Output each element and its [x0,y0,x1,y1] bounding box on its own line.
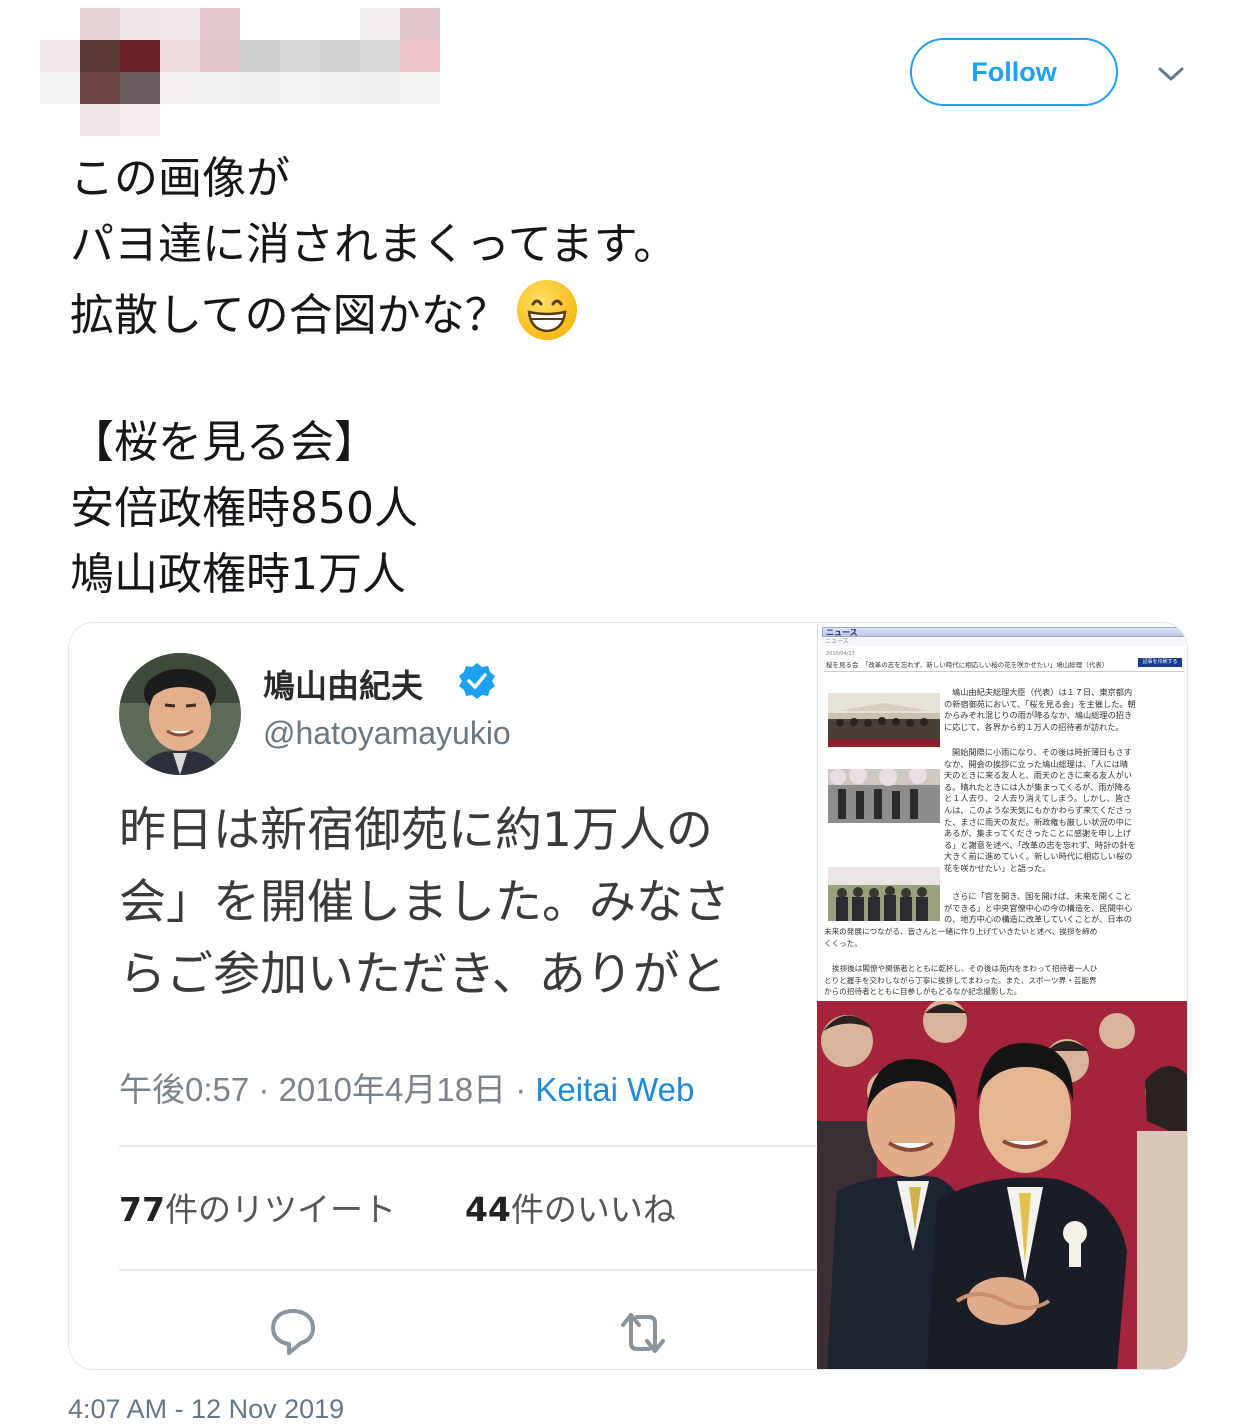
news-title: 桜を見る会 「改革の志を忘れず、新しい時代に相応しい桜の花を咲かせたい」鳩山総理… [826,661,1109,669]
card-time: 午後0:57 [119,1071,250,1108]
like-label: 件のいいね [510,1190,676,1229]
card-meta: 午後0:57 · 2010年4月18日 · Keitai Web [119,1063,694,1111]
news-header: ニュース [822,627,1186,637]
chevron-down-icon[interactable] [1156,64,1186,84]
meta-separator: · [515,1071,536,1108]
card-handle: @hatoyamayukio [263,715,511,751]
divider [824,671,1184,672]
card-date: 2010年4月18日 [278,1071,507,1108]
mosaic-cell [280,40,320,72]
mosaic-cell [200,40,240,72]
verified-badge-icon [459,663,495,699]
tweet-line: この画像が [70,153,290,204]
divider [119,1269,817,1271]
tweet-line: 鳩山政権時1万人 [70,549,406,600]
mosaic-cell [160,40,200,72]
mosaic-cell [360,8,400,40]
card-body-line: 昨日は新宿御苑に約1万人の [119,803,713,858]
card-display-name: 鳩山由紀夫 [263,667,424,705]
mosaic-cell [400,72,440,104]
news-paragraph: 未来の発展につながる、皆さんと一緒に作り上げていきたいと述べ、挨拶を締め くくっ… [824,927,1098,948]
divider [119,1145,817,1147]
mosaic-cell [120,72,160,104]
like-count: 44 [464,1190,511,1229]
mosaic-cell [120,104,160,136]
news-photo [828,867,940,921]
news-paragraph: 挨拶後は閣僚や関係者とともに乾杯し、その後は苑内をまわって招待者一人ひ とりと握… [824,964,1098,997]
mosaic-cell [280,72,320,104]
meta-separator: · [258,1071,279,1108]
mosaic-cell [320,40,360,72]
card-source-link: Keitai Web [535,1071,695,1108]
grinning-face-emoji [516,280,577,340]
mosaic-cell [400,40,440,72]
card-body-text: 昨日は新宿御苑に約1万人の 会」を開催しました。みなさ らご参加いただき、ありが… [119,795,817,1011]
news-paragraph: 鳩山由紀夫総理大臣（代表）は１７日、東京都内 の新宿御苑において、「桜を見る会」… [944,687,1136,732]
mosaic-cell [80,8,120,40]
tweet-line: 【桜を見る会】 [70,417,378,468]
embedded-tweet-screenshot[interactable]: 鳩山由紀夫 @hatoyamayukio 昨日は新宿御苑に約1万人の 会」を開催… [69,623,817,1369]
mosaic-cell [400,8,440,40]
news-article-screenshot[interactable]: ニュース ニュース 2010/04/17 桜を見る会 「改革の志を忘れず、新しい… [817,623,1187,1001]
card-body-line: 会」を開催しました。みなさ [119,875,730,930]
tweet-line: パヨ達に消されまくってます。 [70,219,678,270]
redacted-user-avatar[interactable] [40,8,480,136]
mosaic-cell [360,40,400,72]
retweet-icon [621,1313,665,1353]
mosaic-cell [120,8,160,40]
mosaic-cell [80,72,120,104]
mosaic-cell [80,104,120,136]
mosaic-cell [120,40,160,72]
mosaic-cell [360,72,400,104]
print-button: 記事を印刷する [1138,658,1182,667]
news-paragraph: 開始間際に小雨になり、その後は時折薄日もさす なか、開会の挨拶に立った鳩山総理は… [944,747,1136,873]
news-paragraph: さらに「官を開き、国を開けば、未来を開くこと ができる」と中央官僚中心の今の構造… [944,891,1133,925]
mosaic-cell [320,72,360,104]
mosaic-cell [240,72,280,104]
news-photo [828,693,940,747]
handshake-photo[interactable] [817,1001,1187,1369]
mosaic-cell [40,40,80,72]
tweet-line: 拡散しての合図かな？ [70,278,1190,344]
retweet-label: 件のリツイート [164,1190,396,1229]
reply-icon [271,1309,315,1355]
tweet-media-grid[interactable]: 鳩山由紀夫 @hatoyamayukio 昨日は新宿御苑に約1万人の 会」を開催… [68,622,1188,1370]
mosaic-cell [200,8,240,40]
card-body-line: らご参加いただき、ありがと [119,947,727,1002]
follow-button[interactable]: Follow [910,38,1118,106]
mosaic-cell [200,72,240,104]
tweet-text: この画像が パヨ達に消されまくってます。 拡散しての合図かな？ 【桜を見る会】 … [70,146,1190,608]
avatar [119,653,241,775]
card-stats: 77件のリツイート 44件のいいね [119,1183,676,1231]
news-photo [828,769,940,823]
mosaic-cell [40,72,80,104]
news-date: 2010/04/17 [826,651,855,657]
mosaic-cell [240,40,280,72]
mosaic-cell [160,72,200,104]
mosaic-cell [160,8,200,40]
news-breadcrumb: ニュース [822,638,1186,646]
tweet-line: 安倍政権時850人 [70,483,418,534]
tweet-timestamp[interactable]: 4:07 AM - 12 Nov 2019 [68,1394,344,1425]
retweet-count: 77 [119,1190,165,1229]
mosaic-cell [80,40,120,72]
